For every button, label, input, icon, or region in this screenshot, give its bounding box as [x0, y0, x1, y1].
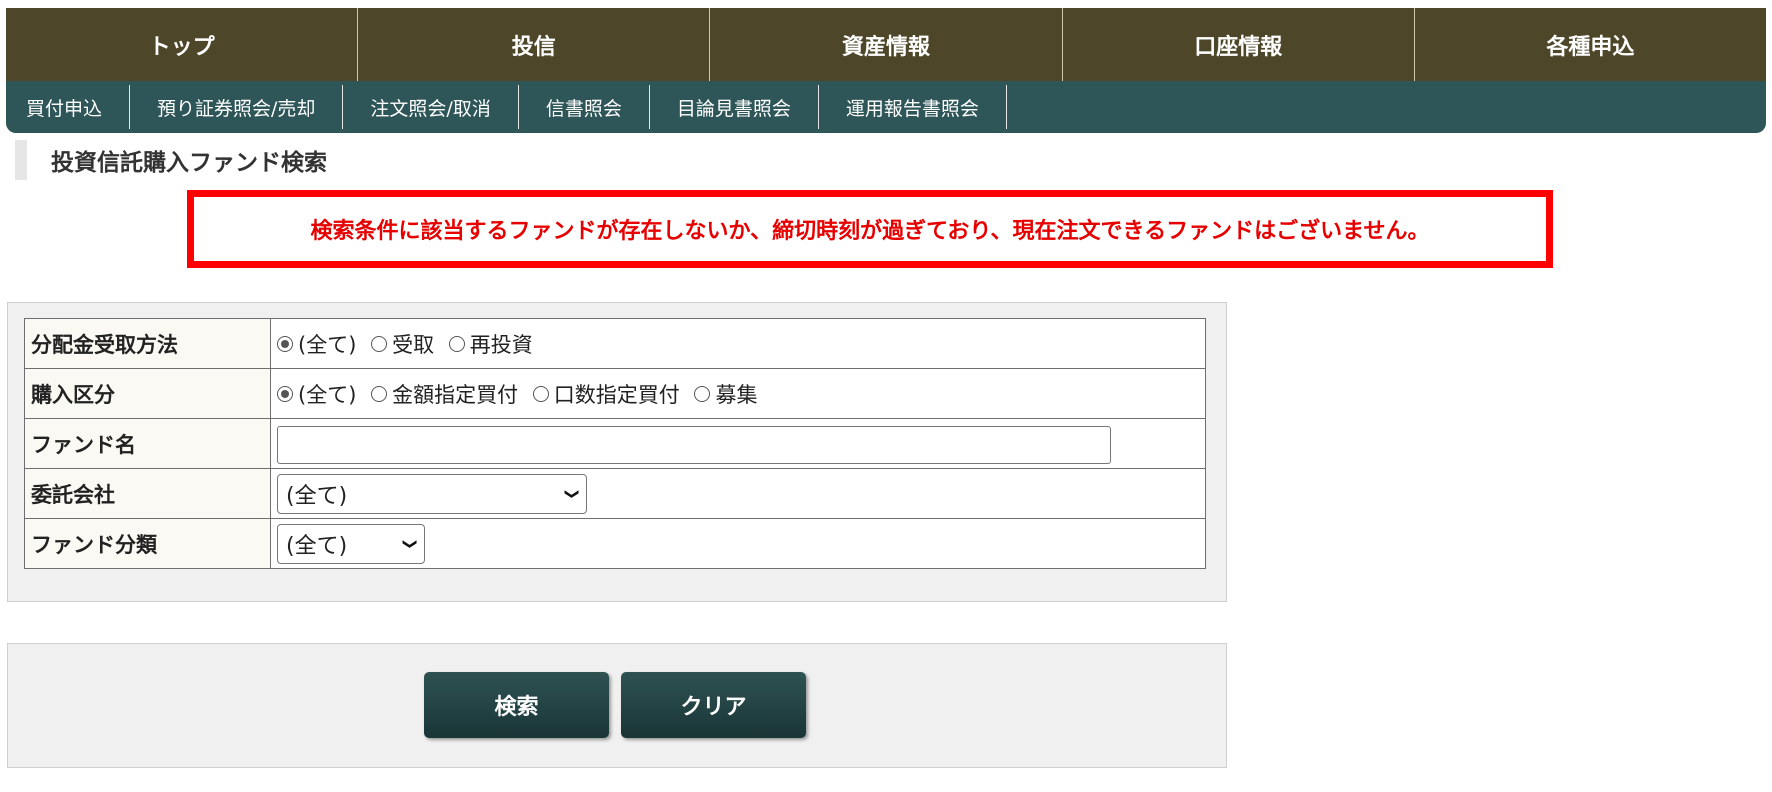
subnav-item-purchase[interactable]: 買付申込	[6, 85, 131, 129]
error-message: 検索条件に該当するファンドが存在しないか、締切時刻が過ぎており、現在注文できるフ…	[310, 219, 1430, 244]
button-panel: 検索 クリア	[7, 643, 1227, 768]
tab-account-info[interactable]: 口座情報	[1063, 8, 1415, 81]
form-row-purchase-type: 購入区分 (全て) 金額指定買付 口数指定買付 募集	[24, 368, 1206, 419]
top-nav: トップ 投信 資産情報 口座情報 各種申込	[6, 8, 1766, 81]
form-label: ファンド名	[24, 418, 271, 469]
subnav-item-reports[interactable]: 運用報告書照会	[819, 85, 1007, 129]
sub-nav: 買付申込 預り証券照会/売却 注文照会/取消 信書照会 目論見書照会 運用報告書…	[6, 81, 1766, 133]
form-row-fund-name: ファンド名	[24, 418, 1206, 469]
fund-name-input[interactable]	[277, 425, 1111, 464]
radio-distribution-reinvest[interactable]: 再投資	[448, 329, 533, 359]
radio-purchase-all[interactable]: (全て)	[277, 379, 356, 409]
radio-purchase-units[interactable]: 口数指定買付	[532, 379, 680, 409]
fund-category-select[interactable]: (全て) ❯	[277, 523, 425, 564]
radio-circle[interactable]	[448, 335, 465, 352]
form-row-fund-category: ファンド分類 (全て) ❯	[24, 518, 1206, 569]
chevron-down-icon: ❯	[402, 537, 419, 550]
form-row-management-company: 委託会社 (全て) ❯	[24, 468, 1206, 519]
page: トップ 投信 資産情報 口座情報 各種申込 買付申込 預り証券照会/売却 注文照…	[6, 8, 1766, 133]
radio-circle[interactable]	[532, 385, 549, 402]
form-label: ファンド分類	[24, 518, 271, 569]
form-row-distribution: 分配金受取方法 (全て) 受取 再投資	[24, 318, 1206, 369]
subnav-item-holdings[interactable]: 預り証券照会/売却	[130, 85, 344, 129]
clear-button[interactable]: クリア	[621, 672, 806, 738]
radio-circle[interactable]	[277, 335, 293, 352]
radio-distribution-all[interactable]: (全て)	[277, 329, 356, 359]
management-company-select[interactable]: (全て) ❯	[277, 473, 587, 514]
search-form-table: 分配金受取方法 (全て) 受取 再投資 購入区分 (全て) 金額指定買付 口数指…	[24, 318, 1206, 569]
radio-circle[interactable]	[371, 335, 388, 352]
tab-top[interactable]: トップ	[6, 8, 359, 81]
search-button[interactable]: 検索	[424, 672, 609, 738]
radio-distribution-receive[interactable]: 受取	[371, 329, 434, 359]
radio-purchase-amount[interactable]: 金額指定買付	[371, 379, 518, 409]
subnav-item-orders[interactable]: 注文照会/取消	[343, 85, 519, 129]
tab-asset-info[interactable]: 資産情報	[710, 8, 1063, 81]
subnav-item-letters[interactable]: 信書照会	[519, 85, 650, 129]
error-message-box: 検索条件に該当するファンドが存在しないか、締切時刻が過ぎており、現在注文できるフ…	[187, 190, 1553, 268]
subnav-item-prospectus[interactable]: 目論見書照会	[650, 85, 819, 129]
form-label: 委託会社	[24, 468, 271, 519]
form-label: 分配金受取方法	[24, 318, 271, 369]
radio-circle[interactable]	[694, 385, 711, 402]
radio-circle[interactable]	[371, 385, 388, 402]
page-title: 投資信託購入ファンド検索	[15, 140, 327, 180]
radio-circle[interactable]	[277, 385, 293, 402]
tab-applications[interactable]: 各種申込	[1415, 8, 1766, 81]
chevron-down-icon: ❯	[564, 487, 581, 500]
radio-purchase-offering[interactable]: 募集	[694, 379, 757, 409]
search-form-panel: 分配金受取方法 (全て) 受取 再投資 購入区分 (全て) 金額指定買付 口数指…	[7, 302, 1227, 602]
tab-investment-trust[interactable]: 投信	[358, 8, 711, 81]
form-label: 購入区分	[24, 368, 271, 419]
